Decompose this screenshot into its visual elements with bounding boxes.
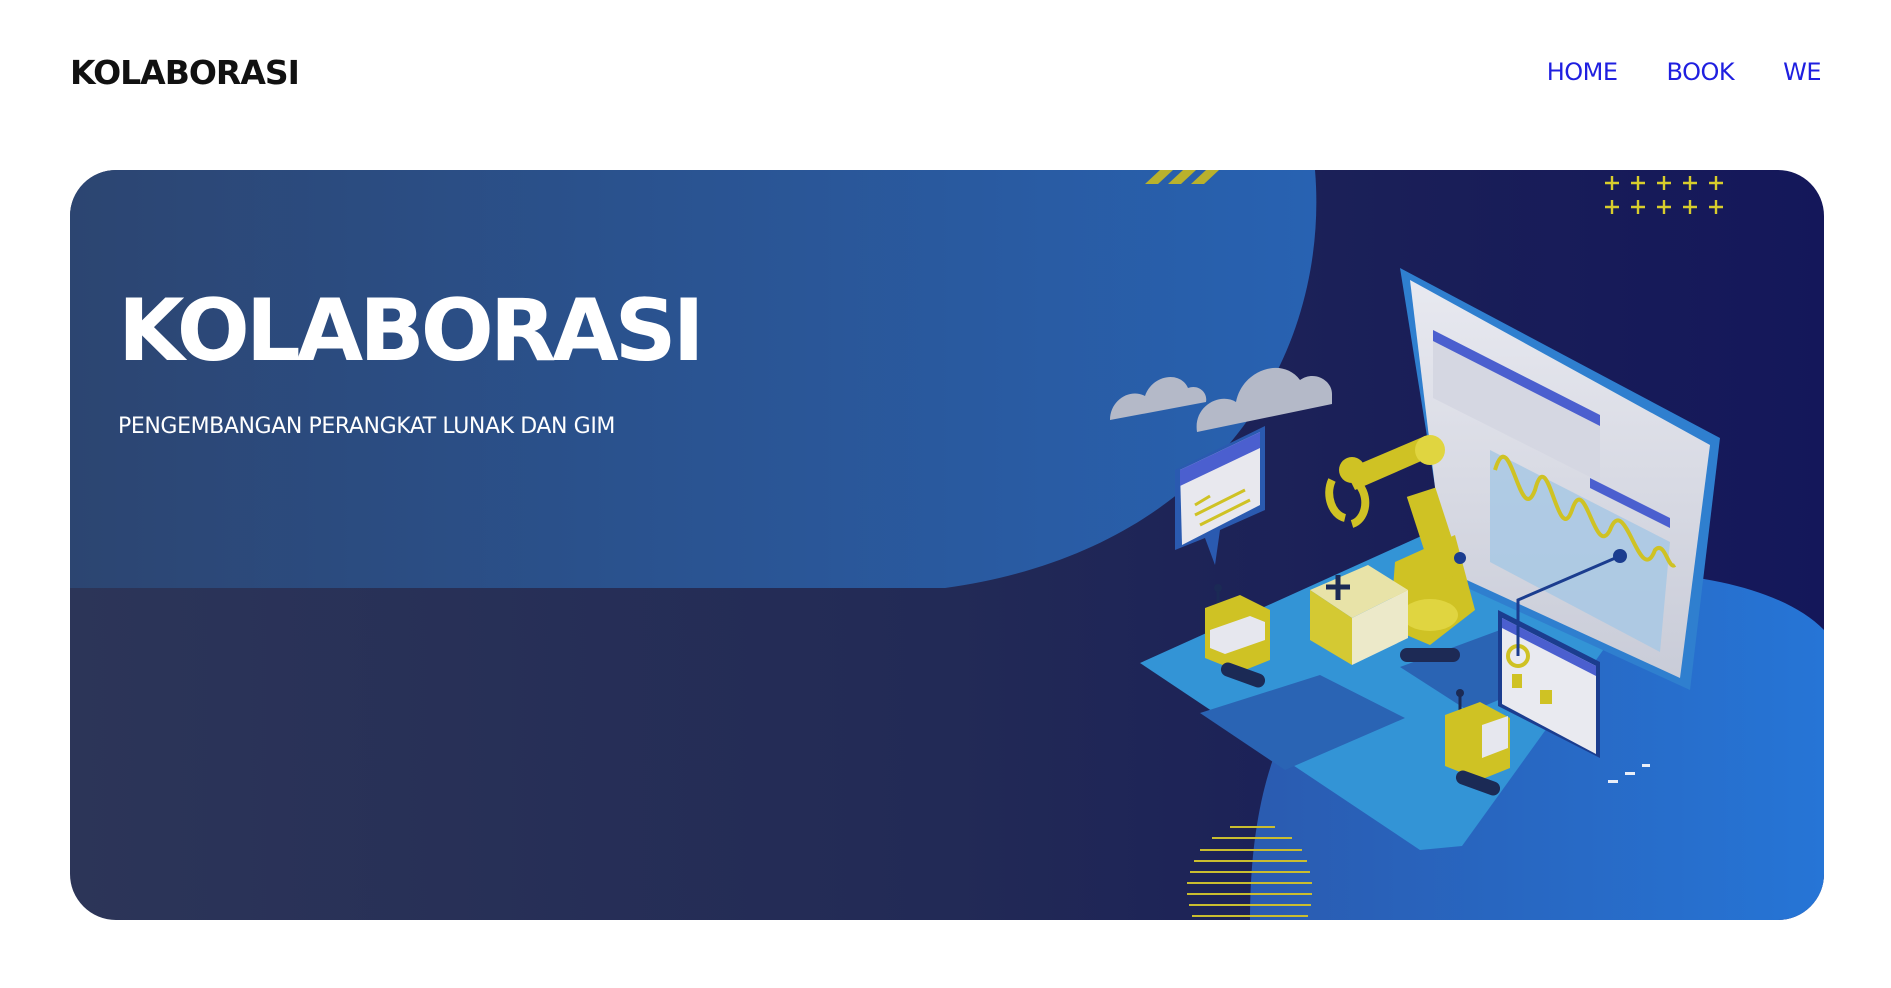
hero-title: KOLABORASI <box>118 281 705 381</box>
navbar: KOLABORASI HOME BOOK WE <box>70 40 1821 104</box>
nav-link-home[interactable]: HOME <box>1547 58 1618 86</box>
plus-pattern-decoration <box>1603 174 1725 216</box>
nav-link-we[interactable]: WE <box>1783 58 1821 86</box>
page: KOLABORASI HOME BOOK WE KOLABORASI PENGE… <box>0 0 1891 988</box>
hero-subtitle: PENGEMBANGAN PERANGKAT LUNAK DAN GIM <box>118 414 615 439</box>
nav-links: HOME BOOK WE <box>1547 58 1822 86</box>
nav-link-book[interactable]: BOOK <box>1667 58 1735 86</box>
brand-logo[interactable]: KOLABORASI <box>70 53 300 92</box>
hero-banner: KOLABORASI PENGEMBANGAN PERANGKAT LUNAK … <box>70 170 1824 920</box>
